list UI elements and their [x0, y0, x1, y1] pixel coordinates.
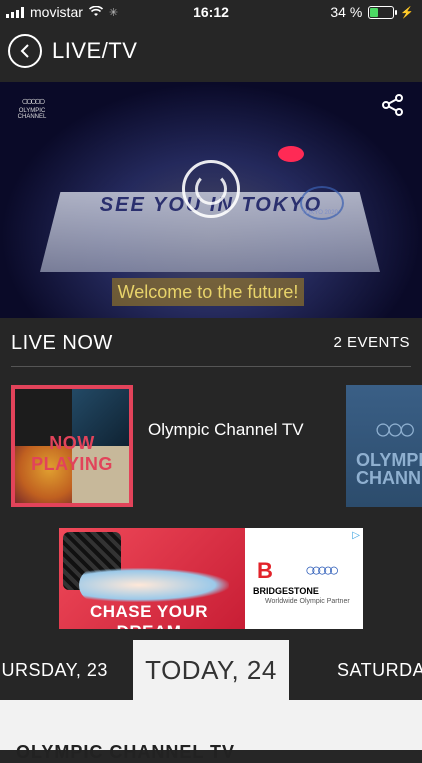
olympic-rings-icon: ○○○ [374, 413, 416, 446]
now-playing-label: NOW PLAYING [31, 433, 113, 474]
day-selector: HURSDAY, 23 TODAY, 24 SATURDAY, 2 [0, 640, 422, 740]
ad-partner-text: Worldwide Olympic Partner [265, 598, 350, 605]
ad-brand: BRIDGESTONE [253, 586, 319, 596]
loading-spinner-icon[interactable] [182, 160, 240, 218]
live-card-olympic-channel[interactable]: ○○○ OLYMPIC CHANNEL [346, 385, 422, 507]
divider [11, 366, 411, 367]
status-right: 34 % ⚡ [330, 4, 414, 20]
live-card-title[interactable]: Olympic Channel TV [148, 420, 304, 440]
adchoices-icon[interactable]: ▷ [352, 530, 360, 541]
day-tab-prev[interactable]: HURSDAY, 23 [0, 640, 108, 700]
share-icon [382, 94, 403, 116]
page-title: LIVE/TV [52, 38, 138, 63]
chevron-left-icon [20, 44, 29, 58]
japan-flag-sun [278, 146, 304, 162]
video-caption: Welcome to the future! [112, 278, 304, 306]
schedule-item-title[interactable]: OLYMPIC CHANNEL TV [16, 742, 235, 763]
day-tab-today[interactable]: TODAY, 24 [133, 640, 289, 700]
video-player[interactable]: ○○○○○ OLYMPIC CHANNEL SEE YOU IN TOKYO T… [0, 82, 422, 318]
schedule-list: OLYMPIC CHANNEL TV [0, 700, 422, 762]
share-button[interactable] [382, 94, 404, 121]
ad-banner[interactable]: CHASE YOUR DREAM B BRIDGESTONE ○○○○○ Wor… [59, 528, 363, 629]
battery-percent: 34 % [330, 4, 363, 20]
swimmer-image [79, 568, 229, 602]
tokyo-label: TOKYO 2020 [302, 210, 338, 216]
bridgestone-logo-icon: B [257, 558, 273, 583]
live-now-header: LIVE NOW 2 EVENTS [0, 318, 422, 368]
olympic-rings-icon: ○○○○○ [305, 560, 339, 580]
nav-bar: LIVE/TV [0, 24, 422, 80]
charging-icon: ⚡ [400, 6, 414, 19]
card2-label: OLYMPIC CHANNEL [356, 450, 422, 488]
day-tab-next[interactable]: SATURDAY, 2 [337, 640, 422, 740]
events-count: 2 EVENTS [333, 334, 410, 351]
battery-icon [368, 5, 398, 19]
live-card-olympic-channel-tv[interactable]: NOW PLAYING [11, 385, 133, 507]
back-button[interactable] [8, 34, 42, 68]
status-bar: movistar ✳ 16:12 34 % ⚡ [0, 0, 422, 24]
ad-slogan: CHASE YOUR DREAM [89, 602, 209, 629]
live-now-title: LIVE NOW [11, 332, 113, 354]
olympic-channel-logo: ○○○○○ OLYMPIC CHANNEL [17, 94, 47, 120]
